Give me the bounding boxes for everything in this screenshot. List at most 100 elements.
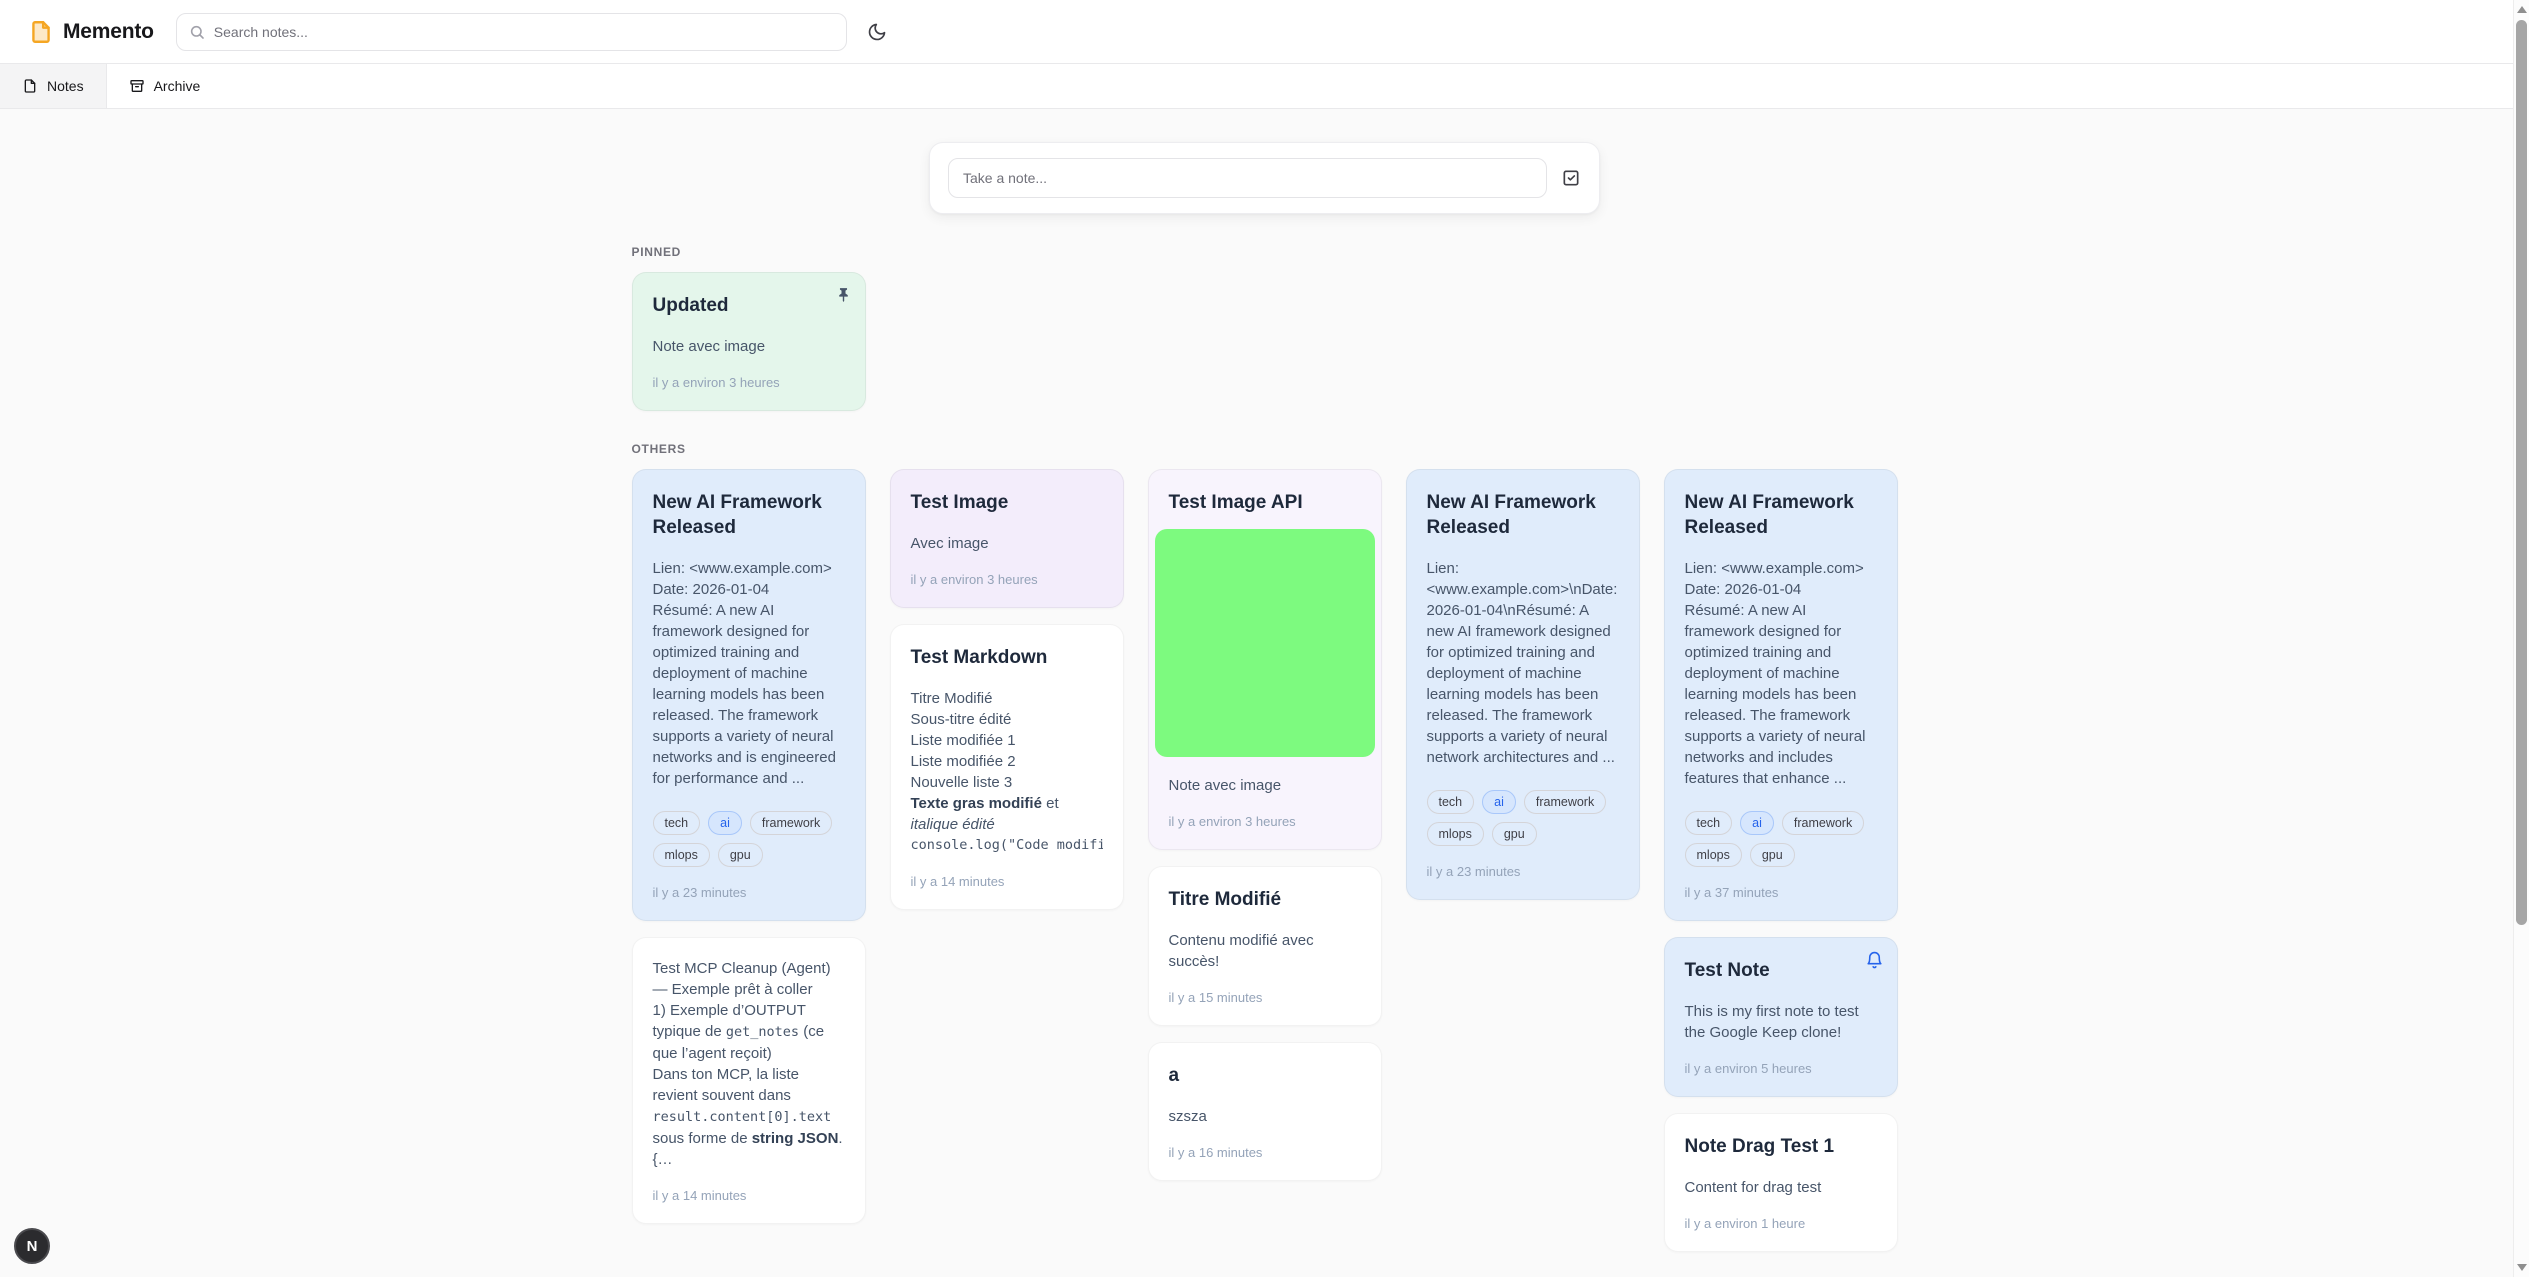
note-card-ai-framework-3[interactable]: New AI Framework Released Lien: <www.exa… xyxy=(1664,469,1898,921)
others-section-label: OTHERS xyxy=(632,442,1898,456)
note-timestamp: il y a environ 3 heures xyxy=(911,572,1103,587)
tag-pill[interactable]: gpu xyxy=(718,843,763,867)
notes-grid: New AI Framework Released Lien: <www.exa… xyxy=(632,469,1898,1252)
note-card-a[interactable]: a szsza il y a 16 minutes xyxy=(1148,1042,1382,1181)
note-body: Note avec image xyxy=(1169,775,1361,796)
grid-column-5: New AI Framework Released Lien: <www.exa… xyxy=(1664,469,1898,1252)
note-timestamp: il y a 14 minutes xyxy=(911,874,1103,889)
note-card-test-image[interactable]: Test Image Avec image il y a environ 3 h… xyxy=(890,469,1124,608)
app-header: Memento xyxy=(0,0,2529,64)
note-card-test-image-api[interactable]: Test Image API Note avec image il y a en… xyxy=(1148,469,1382,850)
tag-pill[interactable]: tech xyxy=(1427,790,1475,814)
tab-notes[interactable]: Notes xyxy=(0,64,107,108)
tag-pill[interactable]: ai xyxy=(1740,811,1774,835)
note-card-ai-framework-1[interactable]: New AI Framework Released Lien: <www.exa… xyxy=(632,469,866,921)
note-body: This is my first note to test the Google… xyxy=(1685,1001,1877,1043)
note-body: Note avec image xyxy=(653,336,845,357)
search-box[interactable] xyxy=(176,13,847,51)
note-title: New AI Framework Released xyxy=(653,490,845,540)
inline-code: get_notes xyxy=(726,1024,799,1040)
tag-pill[interactable]: gpu xyxy=(1750,843,1795,867)
tag-pill[interactable]: ai xyxy=(1482,790,1516,814)
pinned-section-label: PINNED xyxy=(632,245,1898,259)
scrollbar-up-arrow-icon[interactable] xyxy=(2517,6,2527,13)
note-body: Lien: <www.example.com> Date: 2026-01-04… xyxy=(1685,558,1877,789)
tab-archive[interactable]: Archive xyxy=(107,64,223,108)
bell-icon xyxy=(1865,951,1884,970)
note-card-ai-framework-2[interactable]: New AI Framework Released Lien: <www.exa… xyxy=(1406,469,1640,900)
note-timestamp: il y a environ 1 heure xyxy=(1685,1216,1877,1231)
tag-list: tech ai framework mlops gpu xyxy=(1685,811,1877,867)
reminder-indicator[interactable] xyxy=(1865,951,1884,975)
note-body: szsza xyxy=(1169,1106,1361,1127)
note-card-drag-test[interactable]: Note Drag Test 1 Content for drag test i… xyxy=(1664,1113,1898,1252)
note-timestamp: il y a 16 minutes xyxy=(1169,1145,1361,1160)
tag-list: tech ai framework mlops gpu xyxy=(653,811,845,867)
inline-code: result.content[0].text xyxy=(653,1109,832,1125)
tag-pill[interactable]: mlops xyxy=(1427,822,1484,846)
note-composer[interactable] xyxy=(929,142,1600,214)
note-timestamp: il y a environ 5 heures xyxy=(1685,1061,1877,1076)
grid-column-3: Test Image API Note avec image il y a en… xyxy=(1148,469,1382,1181)
note-body: Titre Modifié Sous-titre édité Liste mod… xyxy=(911,688,1103,835)
note-title: Test Markdown xyxy=(911,645,1103,670)
tag-list: tech ai framework mlops gpu xyxy=(1427,790,1619,846)
note-title: New AI Framework Released xyxy=(1427,490,1619,540)
pushpin-icon xyxy=(835,286,852,303)
scrollbar-thumb[interactable] xyxy=(2516,20,2527,925)
bold-text: string JSON xyxy=(752,1130,839,1147)
bold-text: Texte gras modifié xyxy=(911,795,1042,812)
note-card-mcp-cleanup[interactable]: Test MCP Cleanup (Agent) — Exemple prêt … xyxy=(632,937,866,1224)
note-timestamp: il y a 23 minutes xyxy=(1427,864,1619,879)
tag-pill[interactable]: mlops xyxy=(653,843,710,867)
take-a-note-input[interactable] xyxy=(948,158,1547,198)
scrollbar-down-arrow-icon[interactable] xyxy=(2517,1264,2527,1271)
note-title: Titre Modifié xyxy=(1169,887,1361,912)
grid-column-1: New AI Framework Released Lien: <www.exa… xyxy=(632,469,866,1224)
note-title: Updated xyxy=(653,293,845,318)
memento-logo-icon xyxy=(28,19,54,45)
checkbox-icon xyxy=(1561,168,1581,188)
note-title: Test Note xyxy=(1685,958,1877,983)
tag-pill[interactable]: mlops xyxy=(1685,843,1742,867)
note-timestamp: il y a 15 minutes xyxy=(1169,990,1361,1005)
note-card-titre-modifie[interactable]: Titre Modifié Contenu modifié avec succè… xyxy=(1148,866,1382,1026)
pin-icon[interactable] xyxy=(835,286,852,308)
note-body: Lien: <www.example.com>\nDate: 2026-01-0… xyxy=(1427,558,1619,768)
vertical-scrollbar[interactable] xyxy=(2513,0,2529,1277)
search-icon xyxy=(189,24,205,40)
tab-bar: Notes Archive xyxy=(0,64,2529,109)
tag-pill[interactable]: tech xyxy=(653,811,701,835)
dev-overlay-button[interactable]: N xyxy=(14,1228,50,1264)
theme-toggle-button[interactable] xyxy=(859,14,895,50)
note-file-icon xyxy=(22,78,38,94)
note-body: Contenu modifié avec succès! xyxy=(1169,930,1361,972)
grid-column-2: Test Image Avec image il y a environ 3 h… xyxy=(890,469,1124,910)
archive-icon xyxy=(129,78,145,94)
code-text: console.log("Code modifié a xyxy=(911,835,1103,856)
moon-icon xyxy=(867,22,887,42)
tag-pill[interactable]: framework xyxy=(750,811,832,835)
note-card-test-markdown[interactable]: Test Markdown Titre Modifié Sous-titre é… xyxy=(890,624,1124,910)
tag-pill[interactable]: framework xyxy=(1782,811,1864,835)
note-timestamp: il y a 37 minutes xyxy=(1685,885,1877,900)
new-checklist-button[interactable] xyxy=(1561,168,1581,188)
note-title: New AI Framework Released xyxy=(1685,490,1877,540)
note-timestamp: il y a 14 minutes xyxy=(653,1188,845,1203)
tag-pill[interactable]: gpu xyxy=(1492,822,1537,846)
note-body: Content for drag test xyxy=(1685,1177,1877,1198)
body-text: sous forme de xyxy=(653,1130,752,1147)
search-input[interactable] xyxy=(214,24,834,40)
tag-pill[interactable]: ai xyxy=(708,811,742,835)
note-card-updated[interactable]: Updated Note avec image il y a environ 3… xyxy=(632,272,866,411)
note-timestamp: il y a environ 3 heures xyxy=(653,375,845,390)
tab-archive-label: Archive xyxy=(154,78,201,94)
note-title: a xyxy=(1169,1063,1361,1088)
app-title: Memento xyxy=(63,20,154,44)
tag-pill[interactable]: tech xyxy=(1685,811,1733,835)
italic-text: italique édité xyxy=(911,816,995,833)
note-card-test-note[interactable]: Test Note This is my first note to test … xyxy=(1664,937,1898,1097)
tab-notes-label: Notes xyxy=(47,78,84,94)
body-text: Titre Modifié Sous-titre édité Liste mod… xyxy=(911,690,1016,791)
tag-pill[interactable]: framework xyxy=(1524,790,1606,814)
